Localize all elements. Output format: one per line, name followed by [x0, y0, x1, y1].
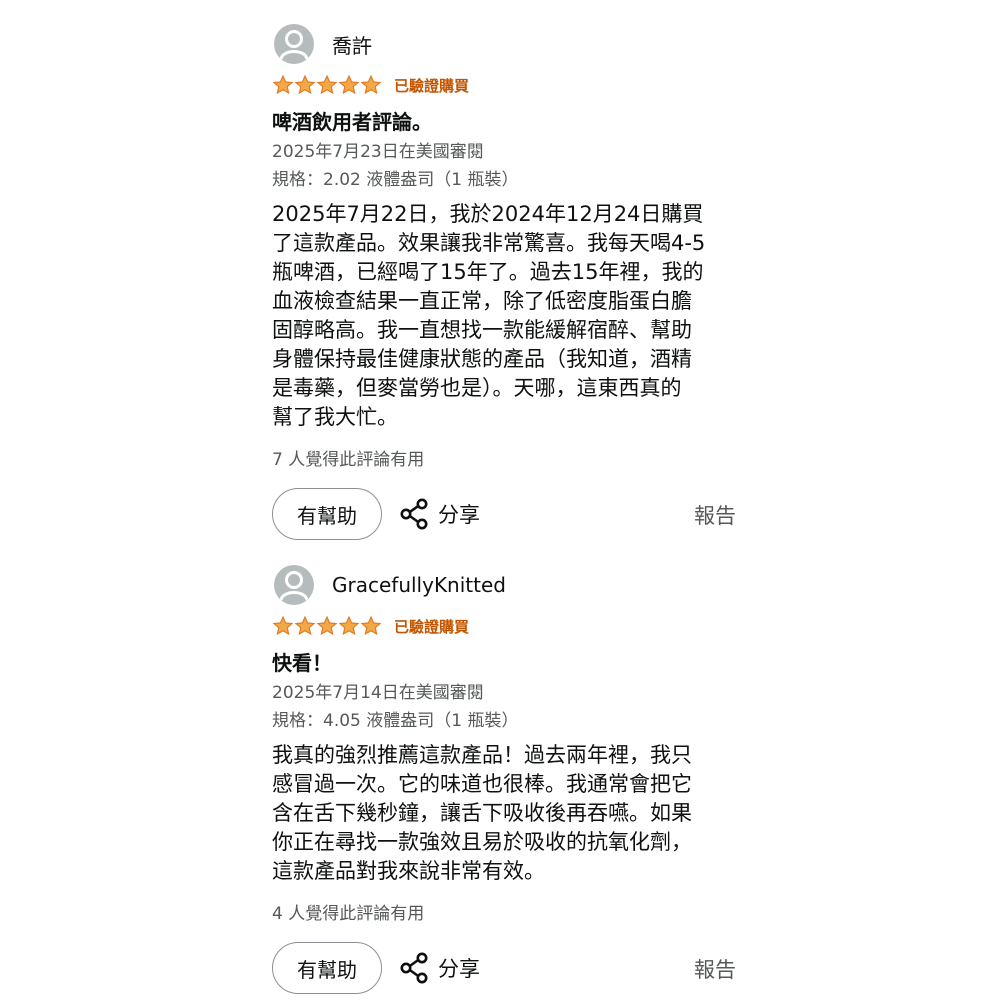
review-date: 2025年7月14日在美國審閱	[272, 683, 484, 703]
share-icon	[400, 952, 428, 984]
review-card: GracefullyKnitted 已驗證購買 快看！ 2025年7月14日在美…	[272, 563, 752, 998]
review-actions: 有幫助 分享 報告	[272, 488, 752, 544]
review-spec: 規格：2.02 液體盎司（1 瓶裝）	[272, 170, 519, 190]
review-body-line: 血液檢查結果一直正常，除了低密度脂蛋白膽	[272, 289, 692, 313]
helpful-count: 4 人覺得此評論有用	[272, 904, 425, 924]
review-title[interactable]: 快看！	[272, 649, 752, 677]
reviewer-profile[interactable]: 喬許	[274, 22, 752, 66]
star-icon	[360, 74, 382, 95]
review-body: 我真的強烈推薦這款產品！過去兩年裡，我只 感冒過一次。它的味道也很棒。我通常會把…	[272, 741, 742, 886]
star-icon	[316, 74, 338, 95]
share-label: 分享	[438, 957, 480, 981]
verified-purchase-badge: 已驗證購買	[394, 76, 470, 95]
share-label: 分享	[438, 503, 480, 527]
review-body-line: 感冒過一次。它的味道也很棒。我通常會把它	[272, 772, 692, 796]
star-icon	[294, 615, 316, 636]
review-body-line: 是毒藥，但麥當勞也是）。天哪，這東西真的	[272, 376, 682, 400]
reviewer-name: GracefullyKnitted	[332, 573, 506, 597]
star-icon	[338, 74, 360, 95]
review-card: 喬許 已驗證購買 啤酒飲用者評論。 2025年7月23日在美國審閱 規格：2.0…	[272, 22, 752, 544]
review-body-line: 這款產品對我來說非常有效。	[272, 859, 545, 883]
star-rating[interactable]	[272, 615, 382, 637]
report-link[interactable]: 報告	[694, 500, 736, 530]
rating-row: 已驗證購買	[272, 72, 752, 98]
review-body-line: 了這款產品。效果讓我非常驚喜。我每天喝4-5	[272, 231, 706, 255]
verified-purchase-badge: 已驗證購買	[394, 617, 470, 636]
star-rating[interactable]	[272, 74, 382, 96]
review-body-line: 含在舌下幾秒鐘，讓舌下吸收後再吞嚥。如果	[272, 801, 692, 825]
review-actions: 有幫助 分享 報告	[272, 942, 752, 998]
star-icon	[360, 615, 382, 636]
share-button[interactable]: 分享	[400, 952, 480, 984]
report-link[interactable]: 報告	[694, 954, 736, 984]
star-icon	[272, 74, 294, 95]
review-body-line: 幫了我大忙。	[272, 405, 398, 429]
reviewer-name: 喬許	[332, 33, 372, 58]
review-spec: 規格：4.05 液體盎司（1 瓶裝）	[272, 711, 519, 731]
helpful-button[interactable]: 有幫助	[272, 942, 382, 994]
review-body-line: 身體保持最佳健康狀態的產品（我知道，酒精	[272, 347, 692, 371]
review-body: 2025年7月22日，我於2024年12月24日購買 了這款產品。效果讓我非常驚…	[272, 200, 742, 432]
avatar-icon	[274, 565, 314, 605]
review-body-line: 我真的強烈推薦這款產品！過去兩年裡，我只	[272, 743, 692, 767]
helpful-button[interactable]: 有幫助	[272, 488, 382, 540]
review-date: 2025年7月23日在美國審閱	[272, 142, 484, 162]
star-icon	[294, 74, 316, 95]
rating-row: 已驗證購買	[272, 613, 752, 639]
star-icon	[338, 615, 360, 636]
reviewer-profile[interactable]: GracefullyKnitted	[274, 563, 752, 607]
review-body-line: 你正在尋找一款強效且易於吸收的抗氧化劑，	[272, 830, 692, 854]
star-icon	[272, 615, 294, 636]
review-body-line: 固醇略高。我一直想找一款能緩解宿醉、幫助	[272, 318, 692, 342]
avatar-icon	[274, 24, 314, 64]
share-button[interactable]: 分享	[400, 498, 480, 530]
review-body-line: 2025年7月22日，我於2024年12月24日購買	[272, 202, 704, 226]
review-title[interactable]: 啤酒飲用者評論。	[272, 108, 752, 136]
star-icon	[316, 615, 338, 636]
helpful-count: 7 人覺得此評論有用	[272, 450, 425, 470]
review-body-line: 瓶啤酒，已經喝了15年了。過去15年裡，我的	[272, 260, 704, 284]
share-icon	[400, 498, 428, 530]
